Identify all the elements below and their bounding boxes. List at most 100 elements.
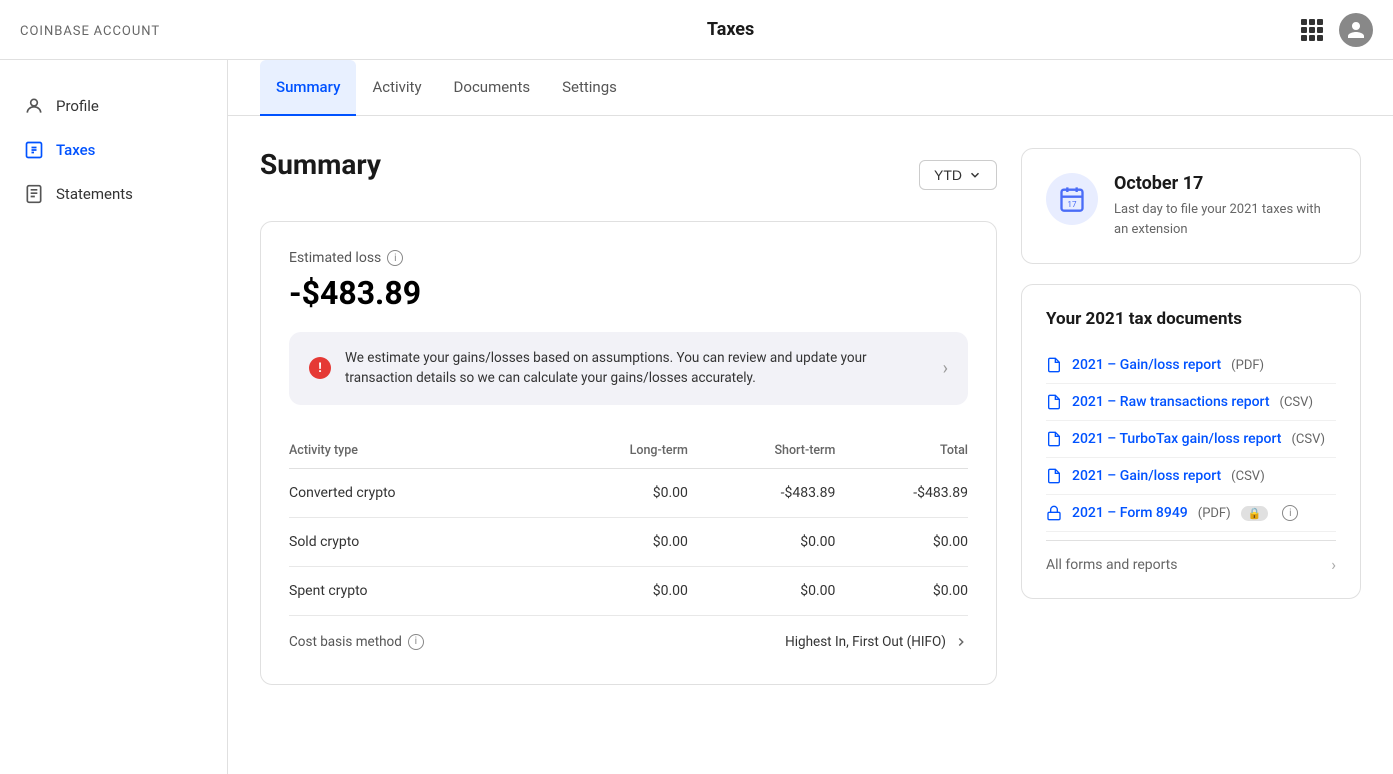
col-header-shortterm: Short-term (688, 433, 835, 469)
table-cell-type: Converted crypto (289, 468, 547, 517)
calendar-icon: 17 (1058, 185, 1086, 213)
doc-item-gain-loss-csv[interactable]: 2021 – Gain/loss report (CSV) (1046, 458, 1336, 495)
doc-type-form-8949: (PDF) (1198, 506, 1231, 521)
ytd-selector-button[interactable]: YTD (919, 160, 997, 190)
table-cell-longTerm: $0.00 (547, 468, 688, 517)
table-cell-longTerm: $0.00 (547, 517, 688, 566)
alert-box[interactable]: ! We estimate your gains/losses based on… (289, 332, 968, 405)
table-cell-total: -$483.89 (835, 468, 968, 517)
alert-chevron-icon: › (943, 358, 948, 379)
date-card-top: 17 October 17 Last day to file your 2021… (1046, 173, 1336, 239)
estimated-loss-info-icon[interactable]: i (387, 250, 403, 266)
sidebar-item-taxes[interactable]: Taxes (0, 128, 227, 172)
table-cell-type: Sold crypto (289, 517, 547, 566)
sidebar-item-statements[interactable]: Statements (0, 172, 227, 216)
cost-basis-row[interactable]: Cost basis method i Highest In, First Ou… (289, 616, 968, 656)
estimated-loss-value: -$483.89 (289, 274, 968, 312)
tab-bar: Summary Activity Documents Settings (228, 60, 1393, 116)
tax-docs-card: Your 2021 tax documents 2021 – Gain/loss… (1021, 284, 1361, 599)
summary-card: Estimated loss i -$483.89 ! We estimate … (260, 221, 997, 685)
right-panel: 17 October 17 Last day to file your 2021… (1021, 148, 1361, 685)
col-header-activity: Activity type (289, 433, 547, 469)
lock-icon (1046, 505, 1062, 521)
person-icon (24, 96, 44, 116)
main-layout: Profile Taxes Statements Summary Activit… (0, 60, 1393, 774)
top-nav: coinbase ACCOUNT Taxes (0, 0, 1393, 60)
doc-file-icon (1046, 468, 1062, 484)
sidebar-label-profile: Profile (56, 97, 99, 115)
page-title-row: Summary YTD (260, 148, 997, 201)
tax-docs-title: Your 2021 tax documents (1046, 309, 1336, 329)
doc-link-gain-loss-pdf: 2021 – Gain/loss report (1072, 357, 1221, 373)
doc-item-form-8949[interactable]: 2021 – Form 8949 (PDF) 🔒 i (1046, 495, 1336, 532)
date-info-card: 17 October 17 Last day to file your 2021… (1021, 148, 1361, 264)
alert-text: We estimate your gains/losses based on a… (345, 348, 929, 389)
sidebar-label-taxes: Taxes (56, 141, 95, 159)
calendar-icon-wrap: 17 (1046, 173, 1098, 225)
content-area: Summary YTD Estimated loss i -$483.89 ! … (228, 116, 1393, 717)
doc-type-gain-loss-pdf: (PDF) (1231, 358, 1264, 373)
form-8949-badge: 🔒 (1241, 506, 1269, 521)
estimated-loss-label: Estimated loss i (289, 250, 968, 266)
date-card-text: October 17 Last day to file your 2021 ta… (1114, 173, 1336, 239)
statements-icon (24, 184, 44, 204)
taxes-icon (24, 140, 44, 160)
sidebar-label-statements: Statements (56, 185, 133, 203)
chevron-down-icon (968, 168, 982, 182)
apps-grid-icon[interactable] (1301, 19, 1323, 41)
doc-file-icon (1046, 357, 1062, 373)
doc-item-turbotax[interactable]: 2021 – TurboTax gain/loss report (CSV) (1046, 421, 1336, 458)
doc-link-form-8949: 2021 – Form 8949 (1072, 505, 1188, 521)
alert-warning-icon: ! (309, 357, 331, 379)
form-8949-info-icon[interactable]: i (1282, 505, 1298, 521)
all-forms-chevron-icon: › (1331, 555, 1336, 574)
table-cell-total: $0.00 (835, 517, 968, 566)
table-cell-shortTerm: $0.00 (688, 566, 835, 615)
cost-basis-label: Cost basis method (289, 634, 402, 650)
brand-logo: coinbase ACCOUNT (20, 20, 160, 39)
cost-basis-chevron-icon (954, 635, 968, 649)
doc-link-turbotax: 2021 – TurboTax gain/loss report (1072, 431, 1281, 447)
table-row: Sold crypto$0.00$0.00$0.00 (289, 517, 968, 566)
table-cell-total: $0.00 (835, 566, 968, 615)
doc-type-turbotax: (CSV) (1291, 432, 1325, 447)
page-header-title: Taxes (707, 19, 754, 40)
svg-text:17: 17 (1067, 199, 1077, 209)
top-nav-actions (1301, 13, 1373, 47)
user-avatar[interactable] (1339, 13, 1373, 47)
doc-item-raw-transactions[interactable]: 2021 – Raw transactions report (CSV) (1046, 384, 1336, 421)
tab-summary[interactable]: Summary (260, 60, 356, 116)
doc-type-raw-transactions: (CSV) (1280, 395, 1314, 410)
doc-link-gain-loss-csv: 2021 – Gain/loss report (1072, 468, 1221, 484)
doc-file-icon (1046, 431, 1062, 447)
page-title: Summary (260, 148, 381, 181)
tab-documents[interactable]: Documents (438, 60, 547, 116)
left-panel: Summary YTD Estimated loss i -$483.89 ! … (260, 148, 997, 685)
coinbase-brand: coinbase ACCOUNT (20, 20, 160, 39)
col-header-total: Total (835, 433, 968, 469)
doc-item-gain-loss-pdf[interactable]: 2021 – Gain/loss report (PDF) (1046, 347, 1336, 384)
cost-basis-value: Highest In, First Out (HIFO) (785, 634, 968, 650)
all-forms-row[interactable]: All forms and reports › (1046, 540, 1336, 574)
sidebar-item-profile[interactable]: Profile (0, 84, 227, 128)
table-cell-longTerm: $0.00 (547, 566, 688, 615)
sidebar: Profile Taxes Statements (0, 60, 228, 774)
october-date: October 17 (1114, 173, 1336, 194)
doc-file-icon (1046, 394, 1062, 410)
doc-link-raw-transactions: 2021 – Raw transactions report (1072, 394, 1270, 410)
tab-activity[interactable]: Activity (356, 60, 437, 116)
doc-type-gain-loss-csv: (CSV) (1231, 469, 1265, 484)
table-row: Converted crypto$0.00-$483.89-$483.89 (289, 468, 968, 517)
main-content: Summary Activity Documents Settings Summ… (228, 60, 1393, 774)
activity-table: Activity type Long-term Short-term Total… (289, 433, 968, 616)
ytd-label: YTD (934, 167, 962, 183)
cost-basis-label-group: Cost basis method i (289, 634, 424, 650)
col-header-longterm: Long-term (547, 433, 688, 469)
cost-basis-info-icon[interactable]: i (408, 634, 424, 650)
all-forms-label: All forms and reports (1046, 557, 1177, 573)
table-row: Spent crypto$0.00$0.00$0.00 (289, 566, 968, 615)
table-cell-shortTerm: -$483.89 (688, 468, 835, 517)
tab-settings[interactable]: Settings (546, 60, 633, 116)
table-cell-shortTerm: $0.00 (688, 517, 835, 566)
october-description: Last day to file your 2021 taxes with an… (1114, 200, 1336, 239)
